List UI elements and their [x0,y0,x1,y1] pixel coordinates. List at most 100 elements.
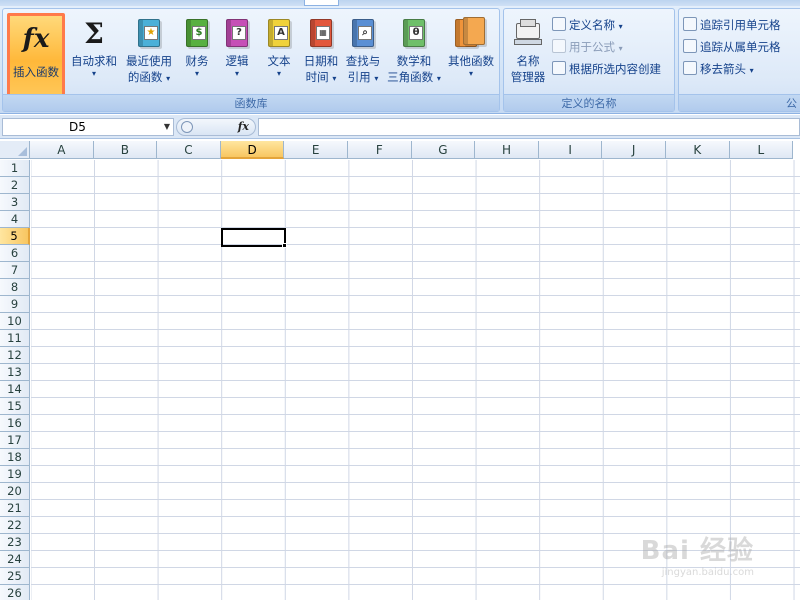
book-financial-icon: $ [186,19,208,47]
name-manager-icon [512,17,544,51]
formula-input[interactable] [258,118,800,136]
select-all-button[interactable] [0,141,30,159]
name-box-value: D5 [69,120,86,134]
expand-circle-icon[interactable] [181,121,193,133]
row-header-16[interactable]: 16 [0,415,30,432]
datetime-label1: 日期和 [303,54,339,68]
column-header-L[interactable]: L [729,141,794,159]
recent-functions-button[interactable]: ★ 最近使用 的函数 ▾ [121,13,177,93]
row-header-2[interactable]: 2 [0,177,30,194]
trace-precedents-button[interactable]: 追踪引用单元格 [683,15,781,35]
logical-label: 逻辑 [225,54,249,68]
name-box[interactable]: D5 ▼ [2,118,174,136]
name-manager-button[interactable]: 名称 管理器 [506,13,550,93]
row-header-4[interactable]: 4 [0,211,30,228]
row-header-7[interactable]: 7 [0,262,30,279]
cell-area[interactable] [31,160,800,600]
row-header-12[interactable]: 12 [0,347,30,364]
lookup-reference-button[interactable]: ⌕ 查找与 引用 ▾ [341,13,385,93]
column-header-E[interactable]: E [284,141,348,159]
name-manager-label1: 名称 [516,54,540,68]
row-header-1[interactable]: 1 [0,160,30,177]
row-header-6[interactable]: 6 [0,245,30,262]
text-label: 文本 [267,54,291,68]
fx-small-icon [552,39,566,53]
chevron-down-icon: ▾ [374,74,379,83]
sigma-icon: Σ [84,17,104,50]
trace-precedents-label: 追踪引用单元格 [700,18,781,32]
row-header-8[interactable]: 8 [0,279,30,296]
insert-function-fx-icon[interactable]: fx [238,119,249,135]
row-header-14[interactable]: 14 [0,381,30,398]
column-header-A[interactable]: A [30,141,94,159]
row-header-13[interactable]: 13 [0,364,30,381]
column-header-D[interactable]: D [220,141,285,159]
column-header-G[interactable]: G [411,141,476,159]
book-theta-icon: θ [403,19,425,47]
use-in-formula-button[interactable]: 用于公式 ▾ [552,37,623,57]
remove-arrows-button[interactable]: 移去箭头 ▾ [683,59,754,79]
row-header-24[interactable]: 24 [0,551,30,568]
column-header-K[interactable]: K [666,141,730,159]
autosum-label: 自动求和 [71,54,117,68]
chevron-down-icon[interactable]: ▼ [164,119,170,135]
datetime-label2: 时间 [305,70,329,84]
row-header-26[interactable]: 26 [0,585,30,600]
row-header-11[interactable]: 11 [0,330,30,347]
chevron-down-icon: ▾ [468,69,473,78]
formula-tools: fx [176,118,256,136]
row-header-9[interactable]: 9 [0,296,30,313]
chevron-down-icon: ▾ [234,69,239,78]
ribbon: fx 插入函数 Σ 自动求和 ▾ ★ 最近使用 的函数 ▾ $ 财务 ▾ ? 逻… [0,6,800,114]
column-header-I[interactable]: I [538,141,603,159]
logical-button[interactable]: ? 逻辑 ▾ [217,13,257,93]
math-trig-button[interactable]: θ 数学和 三角函数 ▾ [385,13,443,93]
trace-dependents-button[interactable]: 追踪从属单元格 [683,37,781,57]
row-header-25[interactable]: 25 [0,568,30,585]
row-header-21[interactable]: 21 [0,500,30,517]
create-from-selection-label: 根据所选内容创建 [569,62,661,76]
recent-functions-label2: 的函数 [127,70,163,84]
insert-function-button[interactable]: fx 插入函数 [7,13,65,101]
tag-icon [552,17,566,31]
row-header-15[interactable]: 15 [0,398,30,415]
row-header-5[interactable]: 5 [0,228,30,245]
chevron-down-icon: ▾ [332,74,337,83]
column-header-J[interactable]: J [602,141,666,159]
financial-button[interactable]: $ 财务 ▾ [177,13,217,93]
column-header-F[interactable]: F [348,141,412,159]
create-from-selection-button[interactable]: 根据所选内容创建 [552,59,661,79]
formula-auditing-group-label: 公 [679,94,800,111]
math-label2: 三角函数 [387,70,434,84]
row-header-10[interactable]: 10 [0,313,30,330]
more-functions-button[interactable]: 其他函数 ▾ [443,13,499,93]
row-header-19[interactable]: 19 [0,466,30,483]
row-header-22[interactable]: 22 [0,517,30,534]
column-header-H[interactable]: H [475,141,539,159]
row-header-20[interactable]: 20 [0,483,30,500]
row-header-17[interactable]: 17 [0,432,30,449]
remove-arrows-icon [683,61,697,75]
datetime-button[interactable]: ▦ 日期和 时间 ▾ [299,13,343,93]
row-header-18[interactable]: 18 [0,449,30,466]
active-cell[interactable] [220,228,287,247]
chevron-down-icon: ▾ [618,22,623,31]
text-button[interactable]: A 文本 ▾ [259,13,299,93]
insert-function-label: 插入函数 [13,65,59,79]
chevron-down-icon: ▾ [436,74,441,83]
book-star-icon: ★ [138,19,160,47]
column-header-C[interactable]: C [157,141,221,159]
financial-label: 财务 [185,54,209,68]
formula-bar: D5 ▼ fx [0,115,800,139]
grid-icon [552,61,566,75]
fill-handle[interactable] [282,243,288,248]
book-search-icon: ⌕ [352,19,374,47]
row-header-23[interactable]: 23 [0,534,30,551]
define-name-button[interactable]: 定义名称 ▾ [552,15,623,35]
row-header-3[interactable]: 3 [0,194,30,211]
math-label1: 数学和 [396,54,432,68]
autosum-button[interactable]: Σ 自动求和 ▾ [67,13,121,93]
column-header-B[interactable]: B [93,141,158,159]
fx-icon: fx [22,24,50,54]
function-library-group-label: 函数库 [3,94,499,111]
